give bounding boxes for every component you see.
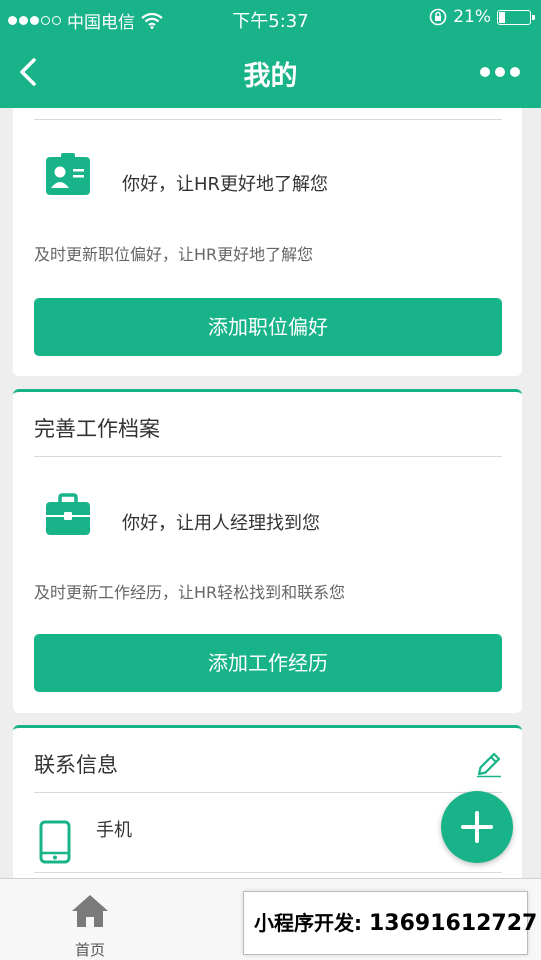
promo-phone: 13691612727 xyxy=(368,911,538,936)
more-icon[interactable] xyxy=(479,64,521,80)
promo-label: 小程序开发: xyxy=(254,911,362,935)
status-right: 21% xyxy=(429,7,535,27)
content-area[interactable]: 你好，让HR更好地了解您 及时更新职位偏好，让HR更好地了解您 添加职位偏好 完… xyxy=(0,108,541,878)
tab-home-label: 首页 xyxy=(74,941,105,959)
card-divider xyxy=(34,872,502,873)
card-divider xyxy=(34,119,502,120)
job-preference-card: 你好，让HR更好地了解您 及时更新职位偏好，让HR更好地了解您 添加职位偏好 xyxy=(13,108,522,376)
status-bar: 中国电信 下午5:37 21% xyxy=(0,0,541,36)
phone-label: 手机 xyxy=(96,820,132,841)
card-divider xyxy=(34,456,502,457)
promo-overlay: 小程序开发: 13691612727 xyxy=(243,891,537,955)
home-icon xyxy=(72,895,108,927)
contact-info-title: 联系信息 xyxy=(34,753,118,777)
battery-icon xyxy=(497,9,535,25)
tab-home[interactable]: 首页 xyxy=(50,889,130,959)
add-job-preference-button[interactable]: 添加职位偏好 xyxy=(34,298,502,356)
card-divider xyxy=(34,792,502,793)
page-title: 我的 xyxy=(243,61,298,92)
battery-level xyxy=(499,11,505,23)
add-work-experience-button[interactable]: 添加工作经历 xyxy=(34,634,502,692)
job-preference-hint: 你好，让HR更好地了解您 xyxy=(122,174,329,195)
work-profile-desc: 及时更新工作经历，让HR轻松找到和联系您 xyxy=(34,583,346,602)
id-badge-icon xyxy=(46,153,90,195)
battery-percent: 21% xyxy=(453,7,491,27)
job-preference-desc: 及时更新职位偏好，让HR更好地了解您 xyxy=(34,245,314,264)
work-profile-hint: 你好，让用人经理找到您 xyxy=(122,513,320,534)
add-fab-button[interactable] xyxy=(441,791,513,863)
briefcase-icon xyxy=(46,493,90,535)
work-profile-card: 完善工作档案 你好，让用人经理找到您 及时更新工作经历，让HR轻松找到和联系您 … xyxy=(13,389,522,713)
mobile-phone-icon xyxy=(39,820,71,864)
rotation-lock-icon xyxy=(429,8,447,26)
nav-bar: 我的 xyxy=(0,36,541,108)
plus-icon xyxy=(461,811,493,843)
work-profile-title: 完善工作档案 xyxy=(34,417,160,441)
edit-pencil-icon[interactable] xyxy=(475,750,503,778)
